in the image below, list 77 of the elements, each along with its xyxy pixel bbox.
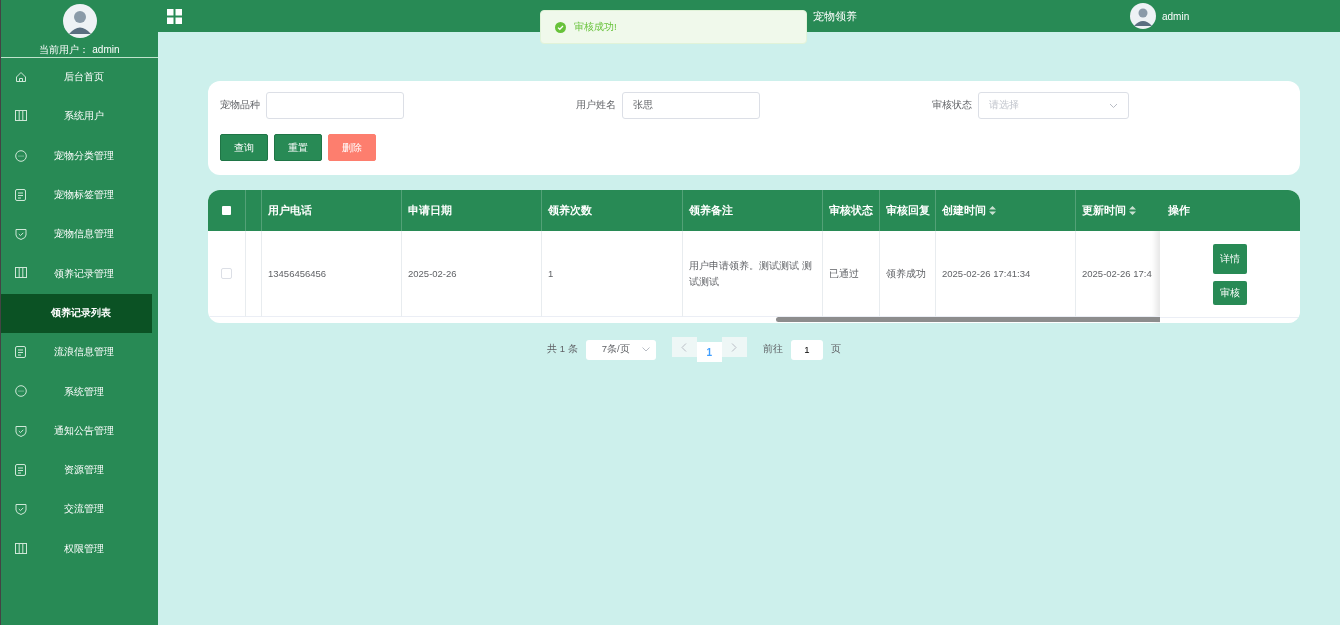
sidebar-item[interactable]: 宠物标签管理	[1, 175, 158, 216]
column-header: 用户电话	[268, 203, 312, 218]
chevron-left-icon	[681, 342, 688, 352]
grid-menu-icon[interactable]	[167, 8, 182, 24]
sidebar-item[interactable]: 交流管理	[1, 490, 158, 530]
chevron-down-icon	[641, 347, 650, 352]
avatar-icon	[1130, 3, 1156, 29]
page-size-select[interactable]: 7条/页	[585, 339, 656, 360]
table-cell-text: 1	[548, 266, 554, 281]
scrollbar-thumb[interactable]	[776, 317, 1160, 322]
sort-icon[interactable]	[1129, 206, 1136, 215]
column-header: 审核状态	[829, 203, 873, 218]
sidebar-item[interactable]: 权限管理	[1, 529, 158, 569]
document-icon	[15, 463, 26, 476]
chat-icon	[15, 149, 27, 162]
columns-icon	[15, 110, 27, 122]
table-cell-text: 2025-02-26 17:41:34	[942, 266, 1031, 281]
action-button[interactable]: 删除	[328, 134, 376, 161]
table-cell-text: 领养成功	[886, 266, 926, 281]
avatar-icon	[62, 4, 97, 38]
columns-icon	[15, 542, 27, 554]
shield-icon	[15, 424, 27, 437]
table-cell-text: 2025-02-26	[408, 266, 457, 281]
table-cell-text: 13456456456	[268, 266, 327, 281]
toast-message: 审核成功!	[574, 20, 617, 34]
row-checkbox[interactable]	[221, 268, 232, 279]
chevron-down-icon	[1109, 102, 1118, 109]
goto-label: 前往	[762, 343, 783, 356]
column-header: 创建时间	[942, 203, 986, 218]
column-header: 领养备注	[689, 203, 733, 218]
sidebar-item[interactable]: 通知公告管理	[1, 411, 158, 451]
sidebar-item[interactable]: 后台首页	[1, 58, 158, 98]
sidebar-item[interactable]: 系统管理	[1, 372, 158, 412]
sidebar-item[interactable]: 领养记录管理	[1, 254, 158, 294]
field-label: 宠物品种	[220, 99, 260, 112]
input-field[interactable]: 张思	[622, 92, 760, 119]
user-name: admin	[1162, 10, 1190, 22]
column-header: 操作	[1168, 203, 1190, 218]
chat-icon	[15, 385, 27, 398]
column-header: 领养次数	[548, 203, 592, 218]
column-header: 更新时间	[1082, 203, 1126, 218]
sidebar-item[interactable]: 资源管理	[1, 450, 158, 491]
input-field[interactable]	[266, 92, 404, 119]
columns-icon	[15, 267, 27, 279]
total-count: 共 1 条	[547, 343, 578, 356]
column-header: 申请日期	[408, 203, 452, 218]
app-title: 宠物领养	[813, 8, 857, 24]
field-label: 用户姓名	[576, 99, 616, 112]
sidebar-item[interactable]: 系统用户	[1, 97, 158, 137]
table-cell-text: 用户申请领养。测试测试 测试测试	[689, 259, 813, 289]
document-icon	[15, 188, 26, 201]
action-button[interactable]: 查询	[220, 134, 268, 161]
next-page-button[interactable]	[721, 337, 747, 357]
column-header: 审核回复	[886, 203, 930, 218]
sort-icon[interactable]	[989, 206, 996, 215]
field-label: 审核状态	[932, 99, 972, 112]
sidebar-item[interactable]: 宠物分类管理	[1, 136, 158, 176]
page-input[interactable]: 1	[790, 339, 823, 360]
sidebar-item[interactable]: 领养记录列表	[1, 293, 152, 334]
page-unit: 页	[830, 343, 841, 356]
home-icon	[15, 71, 27, 83]
chevron-right-icon	[731, 342, 738, 352]
prev-page-button[interactable]	[671, 337, 697, 357]
table-cell-text: 2025-02-26 17:4	[1082, 266, 1152, 281]
row-action-button[interactable]: 审核	[1213, 280, 1247, 305]
shield-icon	[15, 503, 27, 516]
action-button[interactable]: 重置	[274, 134, 322, 161]
sidebar-item[interactable]: 宠物信息管理	[1, 215, 158, 255]
sidebar-item[interactable]: 流浪信息管理	[1, 333, 158, 373]
select-all-checkbox[interactable]	[222, 206, 231, 215]
page-number[interactable]: 1	[696, 342, 722, 362]
row-action-button[interactable]: 详情	[1213, 243, 1247, 274]
table-cell-text: 已通过	[829, 266, 859, 281]
document-icon	[15, 346, 26, 359]
check-circle-icon	[555, 21, 566, 33]
current-user-text: 当前用户： admin	[39, 43, 120, 57]
shield-icon	[15, 228, 27, 241]
